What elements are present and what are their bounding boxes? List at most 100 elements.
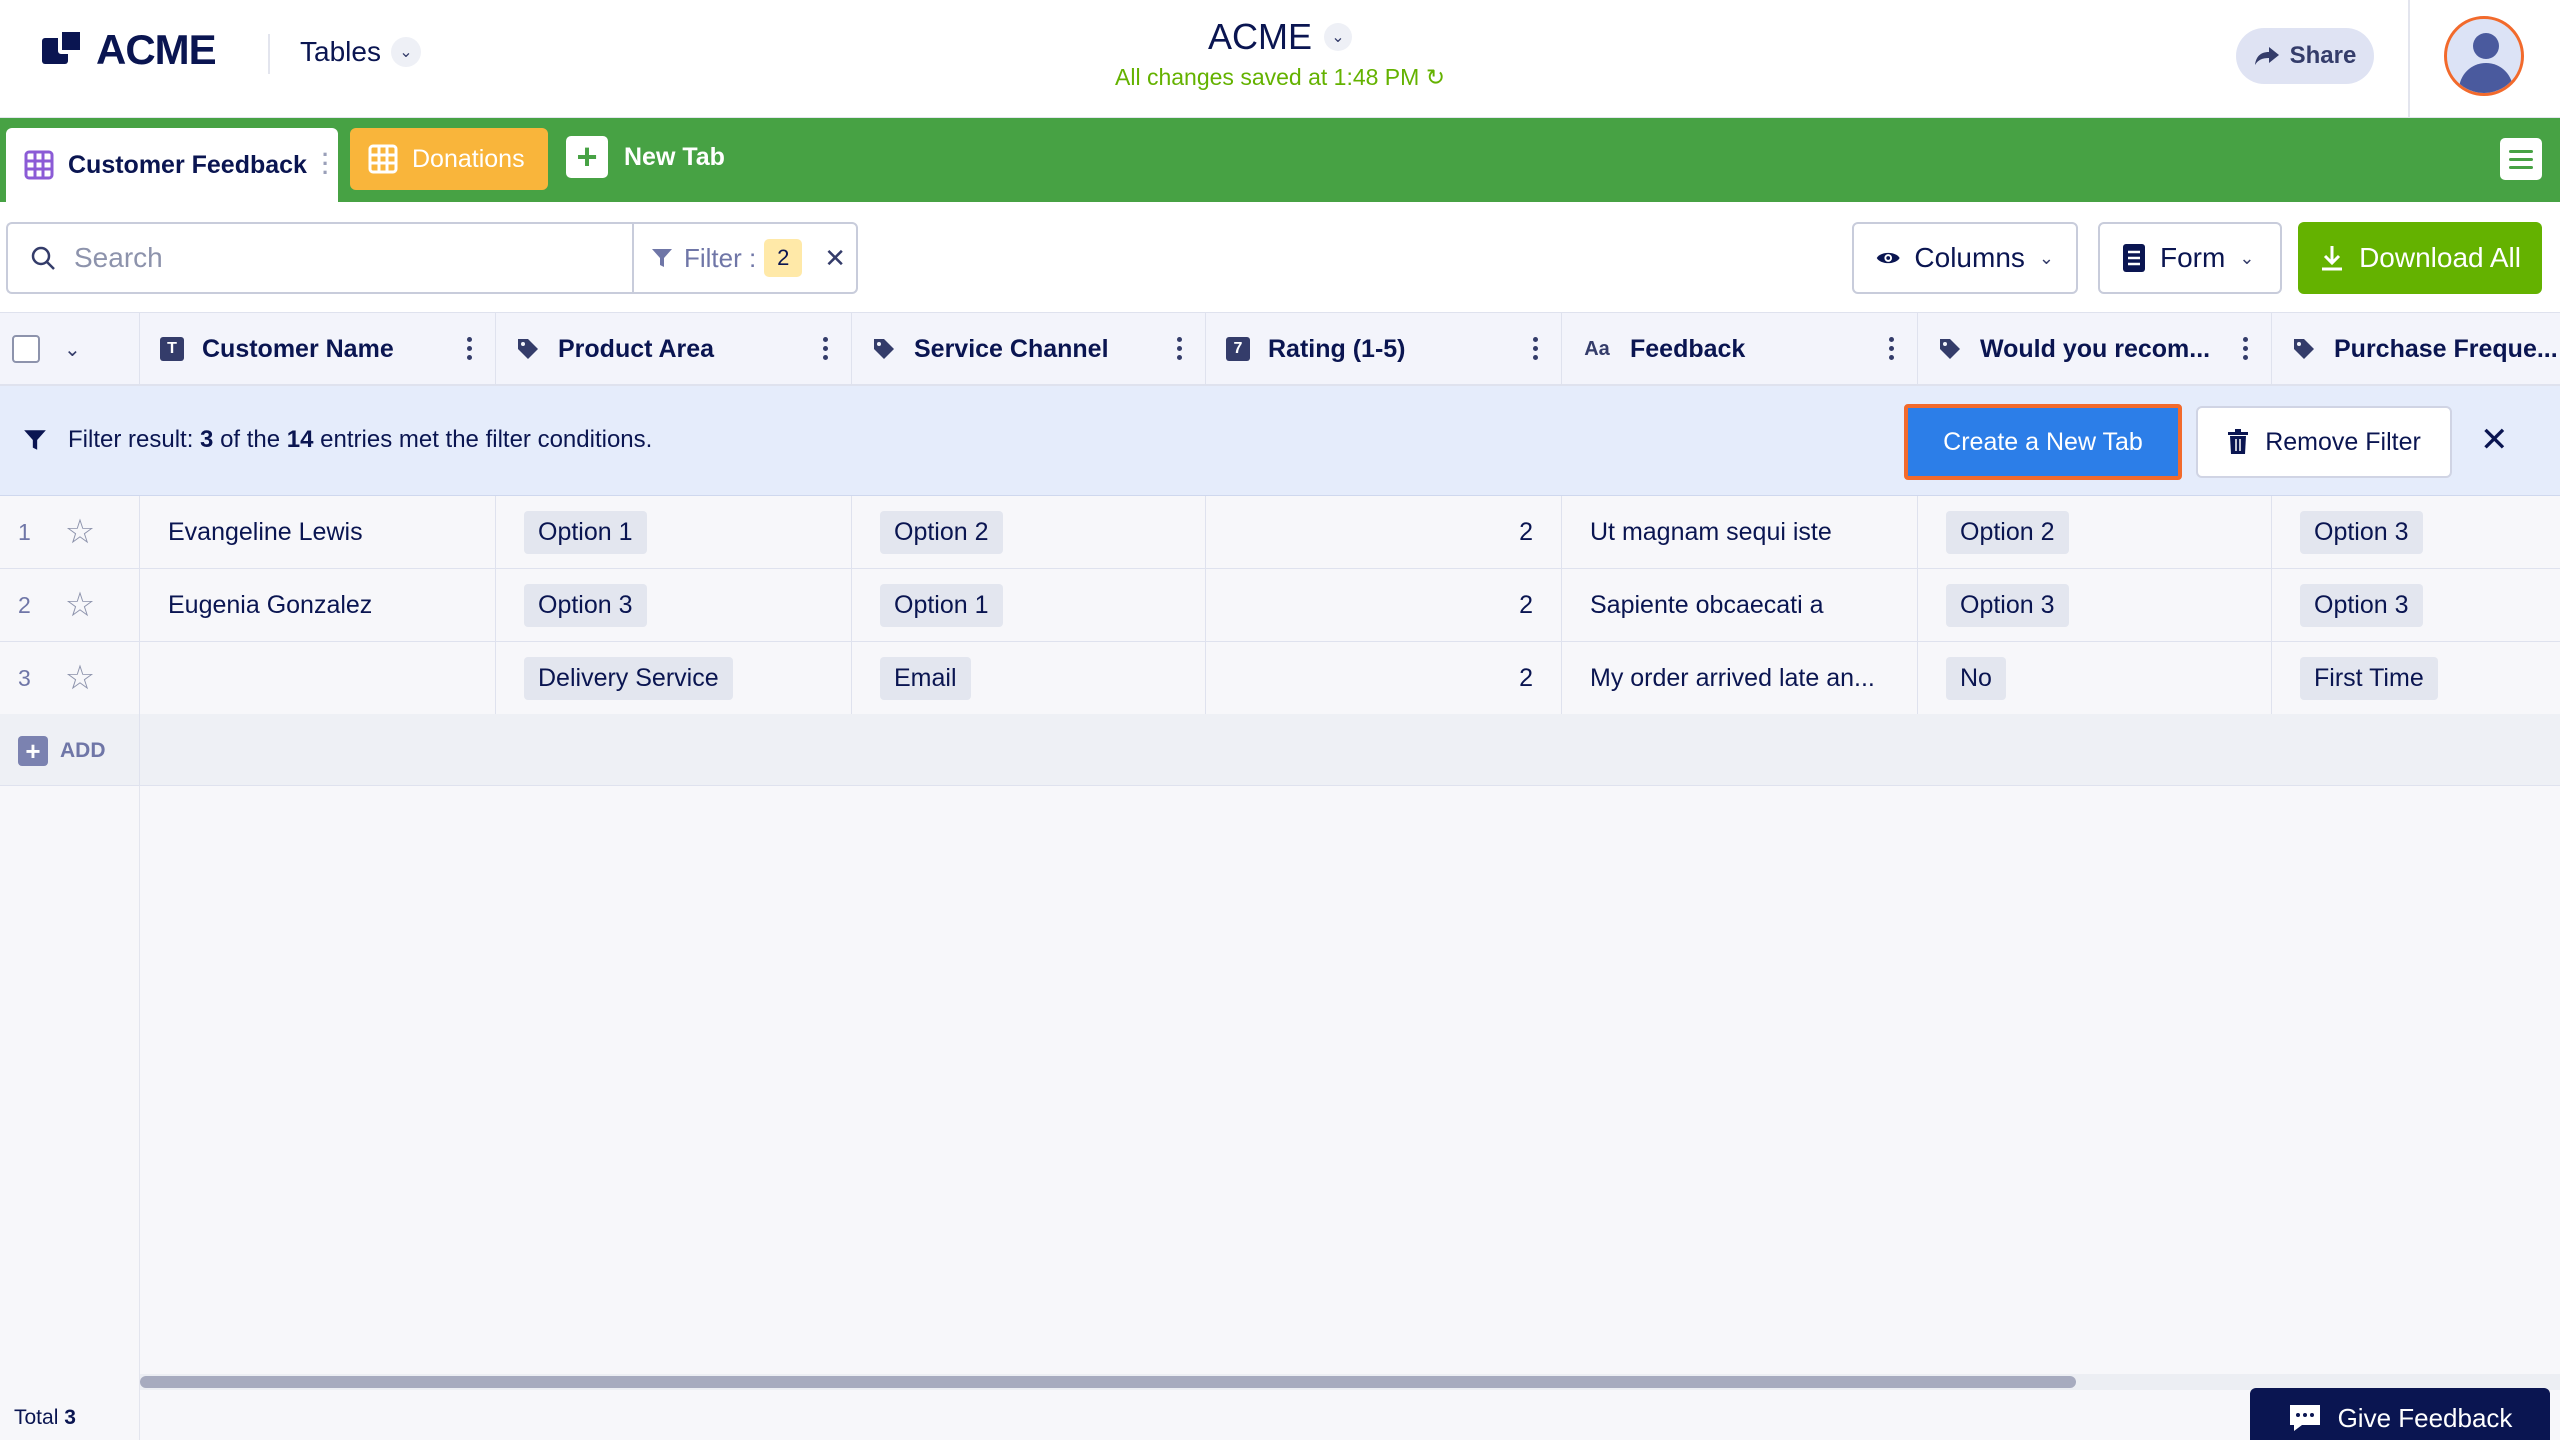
grid-header: ⌄ T Customer Name Product Area Service C…: [0, 312, 2560, 386]
clear-filter-icon[interactable]: ✕: [824, 243, 846, 274]
column-header-purchase-frequency[interactable]: Purchase Freque...: [2272, 313, 2560, 385]
cell-customer-name[interactable]: [140, 642, 496, 714]
star-icon[interactable]: ☆: [65, 588, 95, 622]
option-tag: Option 3: [2300, 583, 2423, 627]
cell-customer-name[interactable]: Eugenia Gonzalez: [140, 569, 496, 641]
cell-recommend[interactable]: Option 2: [1918, 496, 2272, 568]
total-count: Total 3: [14, 1406, 76, 1430]
cell-number: 2: [1519, 517, 1533, 546]
new-tab-button[interactable]: + New Tab: [566, 136, 725, 178]
cell-purchase-frequency[interactable]: Option 3: [2272, 496, 2560, 568]
new-tab-label: New Tab: [624, 142, 725, 171]
tabs-menu-button[interactable]: [2500, 138, 2542, 180]
option-tag: Option 2: [1946, 510, 2069, 554]
row-number: 2: [18, 591, 31, 618]
tag-icon: [874, 339, 894, 359]
column-header-service-channel[interactable]: Service Channel: [852, 313, 1206, 385]
cell-rating[interactable]: 2: [1206, 569, 1562, 641]
cell-feedback[interactable]: My order arrived late an...: [1562, 642, 1918, 714]
refresh-icon: ↻: [1425, 64, 1445, 90]
column-header-customer-name[interactable]: T Customer Name: [140, 313, 496, 385]
cell-purchase-frequency[interactable]: Option 3: [2272, 569, 2560, 641]
table-row[interactable]: 1 ☆ Evangeline Lewis Option 1 Option 2 2…: [0, 496, 2560, 569]
filter-chip[interactable]: Filter : 2 ✕: [632, 222, 858, 294]
app-title-dropdown[interactable]: ACME ⌄: [1208, 16, 1352, 58]
star-icon[interactable]: ☆: [65, 661, 95, 695]
search-input[interactable]: [74, 242, 594, 274]
cell-product-area[interactable]: Option 1: [496, 496, 852, 568]
filter-matched-count: 3: [200, 426, 214, 453]
cell-text: Evangeline Lewis: [168, 517, 363, 546]
close-icon[interactable]: ✕: [2480, 420, 2509, 460]
plus-icon: +: [566, 136, 608, 178]
cell-rating[interactable]: 2: [1206, 642, 1562, 714]
star-icon[interactable]: ☆: [65, 515, 95, 549]
column-menu-icon[interactable]: [1889, 337, 1895, 360]
cell-service-channel[interactable]: Email: [852, 642, 1206, 714]
column-header-label: Would you recom...: [1980, 334, 2211, 363]
column-header-feedback[interactable]: Aa Feedback: [1562, 313, 1918, 385]
tab-label: Donations: [412, 144, 525, 173]
cell-customer-name[interactable]: Evangeline Lewis: [140, 496, 496, 568]
column-header-recommend[interactable]: Would you recom...: [1918, 313, 2272, 385]
give-feedback-button[interactable]: Give Feedback: [2250, 1388, 2550, 1440]
cell-recommend[interactable]: Option 3: [1918, 569, 2272, 641]
select-all-checkbox[interactable]: [12, 335, 40, 363]
table-tab-bar: Customer Feedback · · · Donations + New Ta…: [0, 118, 2560, 202]
cell-rating[interactable]: 2: [1206, 496, 1562, 568]
top-header: ACME Tables ⌄ ACME ⌄ All changes saved a…: [0, 0, 2560, 118]
add-row-label: ADD: [60, 739, 106, 762]
table-row[interactable]: 2 ☆ Eugenia Gonzalez Option 3 Option 1 2…: [0, 569, 2560, 642]
form-button[interactable]: Form ⌄: [2098, 222, 2282, 294]
filter-result-prefix: Filter result:: [68, 426, 194, 453]
download-all-button[interactable]: Download All: [2298, 222, 2542, 294]
tab-donations[interactable]: Donations: [350, 128, 548, 190]
filter-funnel-icon: [24, 430, 46, 450]
cell-feedback[interactable]: Ut magnam sequi iste: [1562, 496, 1918, 568]
column-header-rating[interactable]: 7 Rating (1-5): [1206, 313, 1562, 385]
tag-icon: [1940, 339, 1960, 359]
column-menu-icon[interactable]: [1177, 337, 1183, 360]
column-menu-icon[interactable]: [467, 337, 473, 360]
cell-recommend[interactable]: No: [1918, 642, 2272, 714]
title-block: ACME ⌄ All changes saved at 1:48 PM ↻: [0, 16, 2560, 91]
tab-customer-feedback[interactable]: Customer Feedback · · ·: [6, 128, 338, 202]
cell-service-channel[interactable]: Option 2: [852, 496, 1206, 568]
trash-icon: [2228, 429, 2249, 454]
column-header-label: Product Area: [558, 334, 715, 363]
give-feedback-label: Give Feedback: [2337, 1402, 2513, 1433]
chevron-down-icon[interactable]: ⌄: [64, 337, 81, 362]
cell-text: Eugenia Gonzalez: [168, 590, 373, 619]
remove-filter-button[interactable]: Remove Filter: [2196, 406, 2452, 478]
column-header-label: Service Channel: [914, 334, 1109, 363]
cell-product-area[interactable]: Delivery Service: [496, 642, 852, 714]
column-menu-icon[interactable]: [1533, 337, 1539, 360]
cell-product-area[interactable]: Option 3: [496, 569, 852, 641]
column-header-product-area[interactable]: Product Area: [496, 313, 852, 385]
share-button[interactable]: Share: [2236, 28, 2374, 84]
cell-feedback[interactable]: Sapiente obcaecati a: [1562, 569, 1918, 641]
add-row-button[interactable]: + ADD: [18, 736, 106, 766]
option-tag: Option 3: [2300, 510, 2423, 554]
column-menu-icon[interactable]: [2243, 337, 2249, 360]
table-row[interactable]: 3 ☆ Delivery Service Email 2 My order ar…: [0, 642, 2560, 715]
option-tag: Option 3: [524, 583, 647, 627]
scrollbar-thumb[interactable]: [140, 1376, 2076, 1388]
filter-count-badge: 2: [764, 239, 803, 277]
chevron-down-icon: ⌄: [1324, 23, 1352, 51]
create-new-tab-button[interactable]: Create a New Tab: [1904, 404, 2182, 480]
cell-purchase-frequency[interactable]: First Time: [2272, 642, 2560, 714]
cell-service-channel[interactable]: Option 1: [852, 569, 1206, 641]
row-number: 3: [18, 664, 31, 691]
column-menu-icon[interactable]: [823, 337, 829, 360]
user-avatar[interactable]: [2444, 16, 2524, 96]
horizontal-scrollbar[interactable]: [140, 1374, 2560, 1390]
columns-label: Columns: [1914, 242, 2025, 273]
filter-result-suffix: entries met the filter conditions.: [320, 426, 653, 453]
create-new-tab-label: Create a New Tab: [1943, 427, 2143, 456]
form-label: Form: [2160, 242, 2226, 273]
tab-options-icon[interactable]: · · ·: [322, 144, 329, 184]
filter-result-banner: Filter result: 3 of the 14 entries met t…: [0, 386, 2560, 496]
long-text-icon: Aa: [1584, 337, 1610, 360]
columns-button[interactable]: Columns ⌄: [1852, 222, 2078, 294]
